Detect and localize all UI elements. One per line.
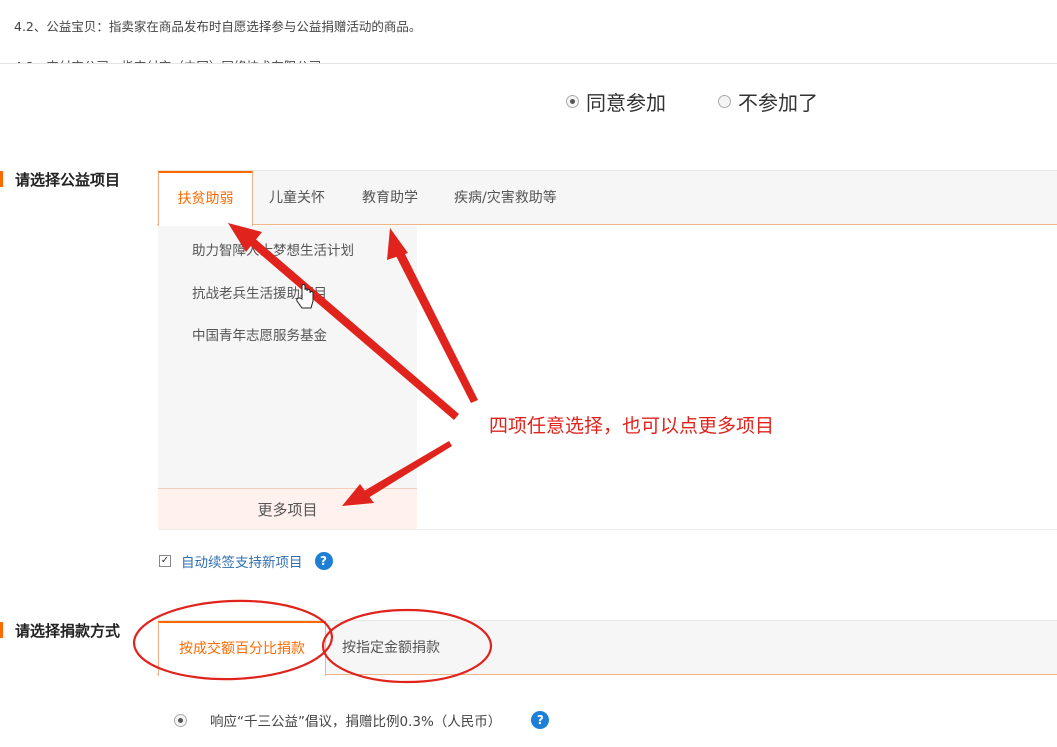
- terms-line-4-3: 4.3、支付宝公司：指支付宝（中国）网络技术有限公司。: [14, 56, 334, 63]
- help-icon[interactable]: ?: [314, 552, 333, 570]
- tab-percentage-donation[interactable]: 按成交额百分比捐款: [158, 621, 326, 676]
- help-icon[interactable]: ?: [531, 711, 550, 729]
- donation-section-label: 请选择捐款方式: [15, 622, 121, 640]
- donation-tabs: 按成交额百分比捐款 按指定金额捐款: [157, 620, 1057, 676]
- section-marker: [0, 171, 3, 187]
- tab-education[interactable]: 教育助学: [362, 171, 418, 225]
- agree-radio-option[interactable]: 同意参加: [566, 87, 666, 116]
- tab-poverty-relief[interactable]: 扶贫助弱: [158, 171, 253, 226]
- donation-ratio-radio[interactable]: [174, 713, 187, 727]
- decline-radio[interactable]: [718, 94, 731, 108]
- agree-label: 同意参加: [586, 90, 666, 115]
- terms-line-4-2: 4.2、公益宝贝：指卖家在商品发布时自愿选择参与公益捐赠活动的商品。: [14, 19, 422, 34]
- more-projects-button[interactable]: 更多项目: [158, 488, 417, 529]
- project-item[interactable]: 中国青年志愿服务基金: [192, 324, 327, 344]
- project-item[interactable]: 抗战老兵生活援助项目: [192, 282, 327, 302]
- tab-child-care[interactable]: 儿童关怀: [269, 171, 325, 225]
- annotation-text: 四项任意选择，也可以点更多项目: [489, 415, 775, 437]
- project-section-label: 请选择公益项目: [15, 171, 121, 189]
- project-list: 助力智障人士梦想生活计划 抗战老兵生活援助项目 中国青年志愿服务基金: [158, 226, 417, 488]
- section-marker: [0, 622, 3, 638]
- decline-label: 不参加了: [738, 90, 818, 115]
- tab-fixed-amount-donation[interactable]: 按指定金额捐款: [342, 621, 440, 675]
- auto-renew-row: ✓ 自动续签支持新项目 ?: [159, 551, 333, 571]
- tab-disaster-relief[interactable]: 疾病/灾害救助等: [454, 171, 557, 225]
- donation-ratio-label: 响应“千三公益”倡议，捐赠比例0.3%（人民币）: [210, 714, 502, 730]
- participation-options: 同意参加 不参加了: [566, 87, 818, 116]
- decline-radio-option[interactable]: 不参加了: [718, 87, 818, 116]
- agree-radio[interactable]: [566, 94, 579, 108]
- project-item[interactable]: 助力智障人士梦想生活计划: [192, 239, 354, 259]
- auto-renew-label[interactable]: 自动续签支持新项目: [181, 551, 303, 571]
- auto-renew-checkbox[interactable]: ✓: [159, 555, 171, 567]
- donation-option-row: 响应“千三公益”倡议，捐赠比例0.3%（人民币） ?: [174, 710, 550, 730]
- terms-text-box[interactable]: 4.2、公益宝贝：指卖家在商品发布时自愿选择参与公益捐赠活动的商品。 4.3、支…: [0, 0, 1057, 64]
- divider: [158, 529, 1057, 530]
- project-tabs: 扶贫助弱 儿童关怀 教育助学 疾病/灾害救助等: [157, 170, 1057, 226]
